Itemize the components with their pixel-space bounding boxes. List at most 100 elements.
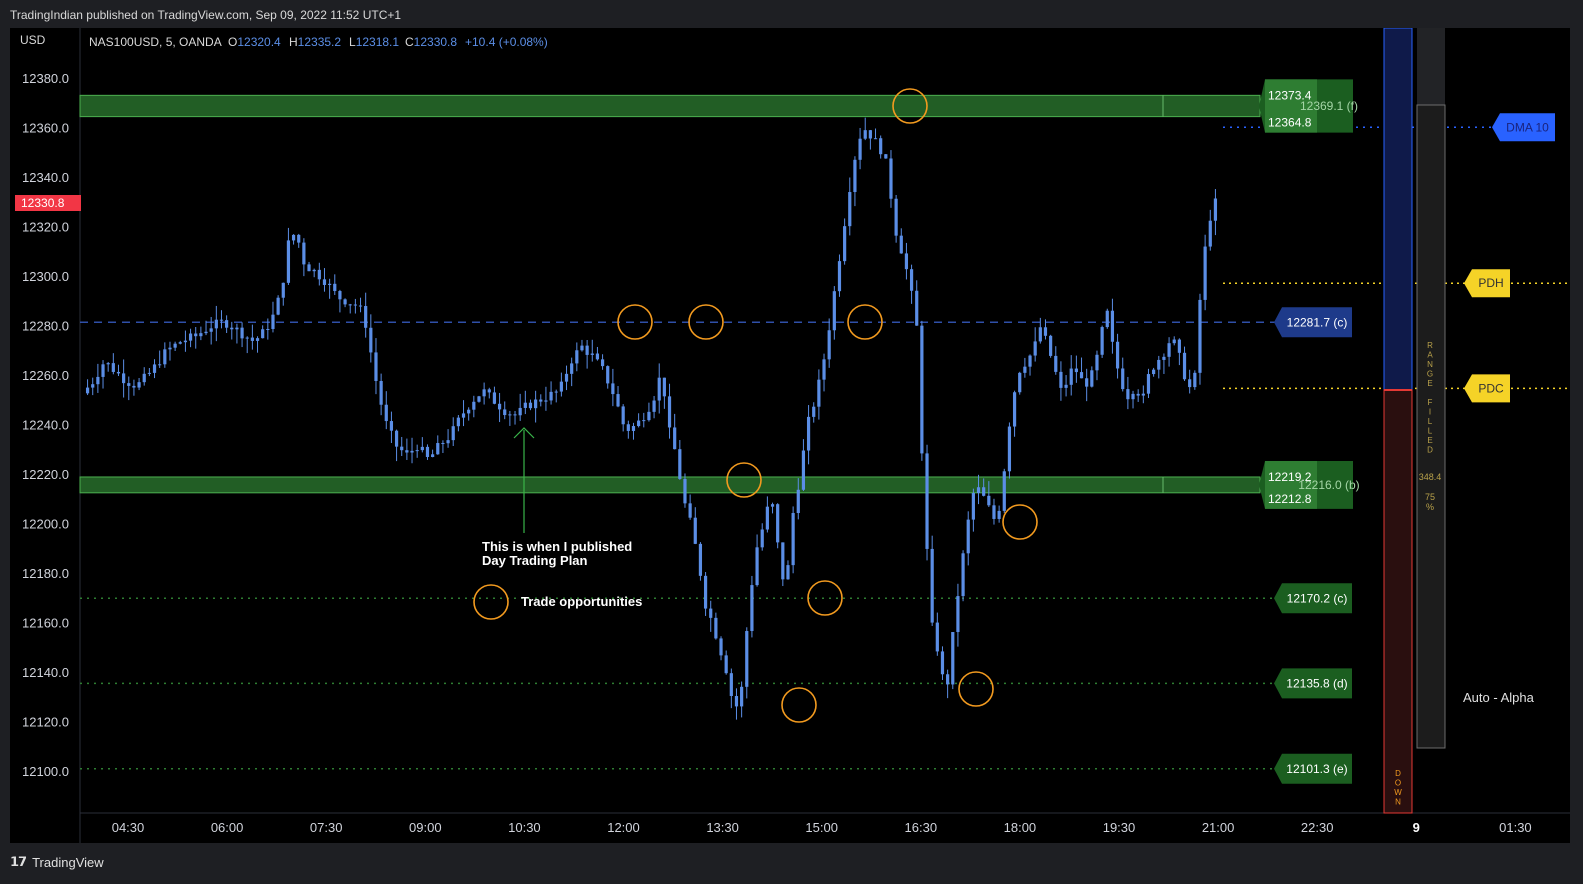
range-filled-letter: L [1428, 417, 1433, 426]
candle-body [688, 503, 692, 518]
y-tick-label: 12100.0 [22, 764, 69, 779]
candle-body [873, 138, 878, 140]
candle-body [497, 403, 502, 410]
candle-body [194, 333, 198, 337]
candle-body [364, 306, 368, 328]
candle-body [637, 420, 641, 427]
candle-body [734, 696, 739, 707]
x-tick-label: 15:00 [805, 820, 838, 835]
candle-body [116, 371, 121, 374]
candle-body [997, 510, 1001, 519]
candle-body [843, 226, 847, 262]
candle-body [879, 138, 883, 155]
candle-body [307, 264, 311, 272]
level-label: 12170.2 (c) [1274, 583, 1352, 614]
candle-body [286, 240, 291, 283]
candle-body [1054, 355, 1058, 372]
y-tick-label: 12260.0 [22, 368, 69, 383]
price-chart[interactable]: USD NAS100USD, 5, OANDA O12320.4 H12335.… [10, 27, 1570, 843]
candle-body [1023, 366, 1027, 373]
level-label: PDH [1464, 269, 1510, 298]
candle-body [163, 349, 167, 365]
candle-body [394, 430, 399, 447]
level-label: 12101.3 (e) [1274, 753, 1352, 784]
level-label-text: PDC [1478, 381, 1504, 395]
candle-body [142, 373, 146, 383]
candle-body [606, 366, 610, 384]
y-axis-ticks: 12100.0 12120.0 12140.0 12160.0 12180.0 12200… [22, 71, 69, 779]
candle-body [1141, 393, 1145, 396]
candle-body [245, 337, 249, 339]
candle-body [1193, 372, 1197, 388]
candle-body [755, 547, 759, 586]
candle-body [523, 402, 527, 408]
range-filled-letter: E [1427, 436, 1432, 445]
candle-body [940, 651, 945, 675]
level-label-text: 12101.3 (e) [1286, 762, 1347, 776]
candle-body [1059, 371, 1063, 388]
level-label: DMA 10 [1492, 113, 1555, 142]
down-letter: W [1394, 788, 1402, 797]
candle-body [1167, 343, 1171, 357]
candle-body [894, 198, 898, 236]
candle-body [147, 372, 151, 374]
candle-body [518, 407, 522, 416]
candle-body [1203, 246, 1207, 300]
candle-body [585, 345, 589, 355]
tradingview-brand[interactable]: 𝟭𝟳 TradingView [10, 854, 104, 870]
candle-body [1018, 372, 1022, 393]
range-down-bar: DOWN [1383, 389, 1413, 814]
candle-body [425, 446, 430, 457]
candle-body [982, 487, 986, 496]
candle-body [266, 328, 270, 330]
down-letter: D [1395, 769, 1401, 778]
candle-body [441, 443, 445, 445]
candle-body [137, 382, 141, 388]
candle-body [183, 340, 188, 343]
candle-body [230, 327, 234, 330]
y-tick-label: 12320.0 [22, 220, 69, 235]
candle-body [580, 345, 584, 351]
candle-body [1033, 341, 1037, 356]
candle-body [1028, 355, 1032, 367]
candle-body [806, 416, 811, 451]
y-tick-label: 12180.0 [22, 566, 69, 581]
candle-body [456, 417, 460, 427]
candle-body [1131, 393, 1135, 400]
candle-body [477, 396, 481, 402]
footer: 𝟭𝟳 TradingView [0, 845, 1583, 884]
last-price-badge: 12330.8 [15, 195, 81, 211]
candle-body [219, 319, 224, 321]
candle-body [513, 414, 517, 416]
candle-body [925, 453, 929, 549]
candle-body [724, 655, 728, 674]
candle-body [698, 543, 703, 576]
trade-circles [617, 88, 1038, 723]
candle-body [1085, 378, 1089, 387]
candle-body [214, 319, 218, 329]
candle-body [971, 493, 975, 520]
candle-body [431, 454, 435, 457]
candle-body [1049, 335, 1053, 356]
range-filled-letter: E [1427, 379, 1432, 388]
candle-body [158, 364, 162, 366]
candle-body [152, 364, 157, 373]
candle-body [420, 446, 424, 451]
level-label: PDC [1464, 374, 1510, 403]
x-tick-label: 16:30 [905, 820, 938, 835]
candle-body [1115, 341, 1120, 369]
candle-body [564, 373, 569, 382]
level-label: 12281.7 (c) [1274, 307, 1352, 338]
range-value: 348.4 [1419, 472, 1442, 482]
candle-body [358, 305, 363, 307]
range-filled-bar: RANGEFILLED 348.4 75% [1416, 28, 1446, 749]
candle-body [642, 420, 646, 422]
symbol-name: NAS100USD, 5, OANDA [89, 35, 222, 49]
candle-body [188, 333, 193, 341]
candle-body [405, 450, 409, 453]
candle-body [1213, 198, 1218, 221]
candle-body [673, 427, 677, 450]
chart-area[interactable]: USD NAS100USD, 5, OANDA O12320.4 H12335.… [10, 27, 1570, 843]
candle-body [786, 565, 790, 580]
level-label-text: 12170.2 (c) [1287, 591, 1348, 605]
